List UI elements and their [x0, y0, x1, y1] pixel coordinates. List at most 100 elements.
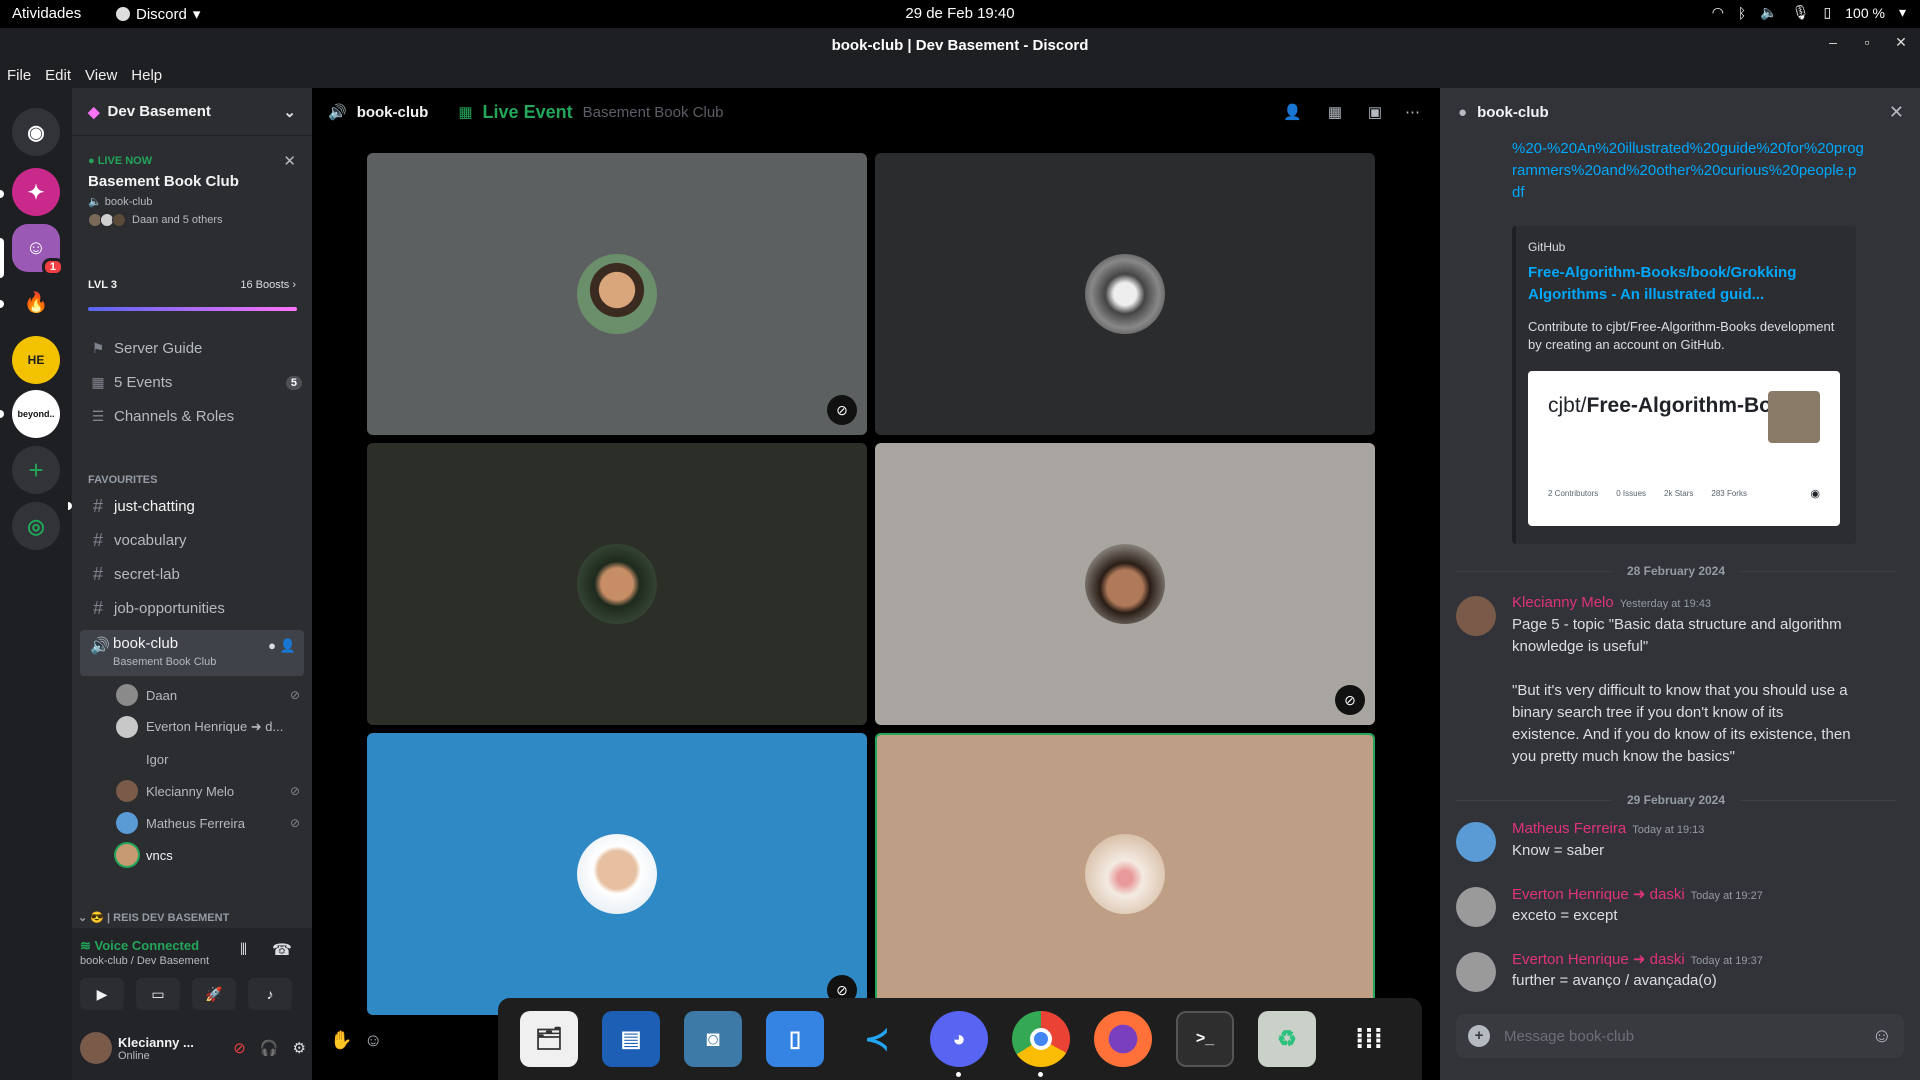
hash-icon: # — [92, 496, 103, 516]
voice-member[interactable]: Klecianny Melo ⊘ — [116, 780, 300, 802]
discord-home-icon[interactable]: ◉ — [12, 108, 60, 156]
activities-button[interactable]: Atividades — [12, 5, 81, 22]
explore-icon[interactable]: ◎ — [12, 502, 60, 550]
disconnect-icon[interactable]: ☎ — [272, 940, 292, 960]
message-time: Today at 19:27 — [1690, 890, 1763, 902]
avatar[interactable] — [1456, 822, 1496, 862]
discord-icon[interactable]: ◕ — [930, 1011, 988, 1077]
wave-hand-icon[interactable]: ✋ — [330, 1030, 352, 1051]
channel-just-chatting[interactable]: # just-chatting — [90, 496, 195, 517]
close-icon[interactable]: ✕ — [1889, 102, 1904, 123]
archive-icon[interactable]: ▯ — [766, 1011, 824, 1067]
category-reis-dev-basement[interactable]: ⌄ 😎 | REIS DEV BASEMENT — [78, 911, 229, 924]
menu-view[interactable]: View — [85, 67, 117, 84]
close-event-icon[interactable]: ✕ — [283, 152, 296, 170]
files-icon[interactable]: 🗂 — [520, 1011, 578, 1067]
hora-extra-server-icon[interactable]: HE — [12, 336, 60, 384]
add-user-icon[interactable]: 👤 — [1283, 103, 1302, 121]
noise-suppression-icon[interactable]: ⦀ — [240, 942, 247, 960]
headphones-icon[interactable]: 🎧 — [260, 1039, 279, 1057]
emoji-icon[interactable]: ☺ — [1872, 1025, 1892, 1048]
server-header[interactable]: ◆ Dev Basement ⌄ — [72, 88, 312, 136]
voice-member[interactable]: Matheus Ferreira ⊘ — [116, 812, 300, 834]
terminal-icon[interactable]: >_ — [1176, 1011, 1234, 1067]
firefox-icon[interactable] — [1094, 1011, 1152, 1067]
more-options-icon[interactable]: ⋯ — [1405, 103, 1420, 121]
flame-server-icon[interactable]: 🔥 — [12, 278, 60, 326]
camera-off-button[interactable]: ▶ — [80, 978, 124, 1010]
chat-bubble-icon[interactable]: ● — [268, 638, 276, 653]
voice-channel-book-club[interactable]: 🔊 book-club Basement Book Club ● 👤 — [80, 630, 304, 676]
invite-icon[interactable]: 👤 — [280, 638, 296, 654]
repo-stat: 0 Issues — [1616, 489, 1647, 498]
video-tile[interactable]: ⊘ — [367, 153, 867, 435]
video-tile[interactable] — [367, 443, 867, 725]
maximize-icon[interactable]: ▫ — [1856, 34, 1878, 56]
trash-icon[interactable]: ♻ — [1258, 1011, 1316, 1067]
avatar[interactable] — [1456, 952, 1496, 992]
message-header: Matheus Ferreira Today at 19:13 — [1512, 820, 1704, 837]
channel-sidebar: ◆ Dev Basement ⌄ ● LIVE NOW ✕ Basement B… — [68, 88, 312, 1080]
app-menu[interactable]: Discord ▾ — [116, 5, 200, 23]
system-tray[interactable]: ◠ ᛒ 🔈 🎙 ▯ 100 % ▾ — [1712, 4, 1906, 21]
menu-edit[interactable]: Edit — [45, 67, 71, 84]
video-tile[interactable] — [875, 153, 1375, 435]
gear-icon[interactable]: ⚙ — [293, 1039, 306, 1057]
emoji-icon[interactable]: ☺ — [364, 1030, 382, 1051]
voice-member[interactable]: Everton Henrique ➜ d... — [116, 716, 300, 738]
nav-label: Server Guide — [114, 340, 203, 357]
menu-file[interactable]: File — [7, 67, 31, 84]
writer-icon[interactable]: ▤ — [602, 1011, 660, 1067]
video-tile[interactable]: ⊘ — [367, 733, 867, 1015]
boost-count[interactable]: 16 Boosts › — [240, 279, 296, 291]
avatar[interactable] — [1456, 887, 1496, 927]
grid-layout-icon[interactable]: ▦ — [1328, 103, 1342, 121]
screen-share-button[interactable]: ▭ — [136, 978, 180, 1010]
add-server-icon[interactable]: + — [12, 446, 60, 494]
message-link[interactable]: %20-%20An%20illustrated%20guide%20for%20… — [1512, 138, 1864, 204]
clock[interactable]: 29 de Feb 19:40 — [0, 5, 1920, 22]
minimize-icon[interactable]: – — [1822, 34, 1844, 56]
voice-member[interactable]: vncs — [116, 844, 300, 866]
message-author[interactable]: Everton Henrique ➜ daski — [1512, 886, 1685, 903]
add-attachment-icon[interactable]: + — [1468, 1025, 1490, 1047]
message-text: Know = saber — [1512, 842, 1605, 859]
mic-muted-icon[interactable]: ⊘ — [233, 1039, 246, 1057]
voice-member[interactable]: Igor — [116, 748, 300, 770]
chrome-icon[interactable] — [1012, 1011, 1070, 1077]
dev-basement-server-icon[interactable]: ☺ 1 — [12, 224, 64, 276]
video-tile-speaking[interactable] — [875, 733, 1375, 1015]
channel-vocabulary[interactable]: # vocabulary — [90, 530, 187, 551]
vscode-icon[interactable]: ≺ — [848, 1011, 906, 1067]
menu-help[interactable]: Help — [131, 67, 162, 84]
live-event-label[interactable]: Live Event — [483, 102, 573, 123]
nav-server-guide[interactable]: ⚑ Server Guide — [90, 340, 203, 357]
user-panel[interactable]: Klecianny ... Online ⊘ 🎧 ⚙ — [80, 1026, 306, 1070]
avatar — [116, 844, 138, 866]
activities-button[interactable]: 🚀 — [192, 978, 236, 1010]
channel-secret-lab[interactable]: # secret-lab — [90, 564, 180, 585]
nav-channels-roles[interactable]: ☰ Channels & Roles — [90, 408, 234, 425]
sparkle-server-icon[interactable]: ✦ — [12, 168, 60, 216]
soundboard-button[interactable]: ♪ — [248, 978, 292, 1010]
avatar[interactable] — [1456, 596, 1496, 636]
channel-job-opportunities[interactable]: # job-opportunities — [90, 598, 225, 619]
message-author[interactable]: Everton Henrique ➜ daski — [1512, 951, 1685, 968]
event-title[interactable]: Basement Book Club — [88, 173, 239, 190]
embed-image[interactable]: cjbt/Free-Algorithm-Books 2 Contributors… — [1528, 371, 1840, 526]
video-tile[interactable]: ⊘ — [875, 443, 1375, 725]
volume-icon: 🔈 — [1760, 4, 1778, 20]
screenshot-icon[interactable]: ◙ — [684, 1011, 742, 1067]
popout-icon[interactable]: ▣ — [1368, 103, 1382, 121]
embed-title[interactable]: Free-Algorithm-Books/book/Grokking Algor… — [1528, 262, 1828, 306]
app-grid-icon[interactable]: ⁞⁞⁞ — [1340, 1011, 1398, 1067]
voice-member[interactable]: Daan ⊘ — [116, 684, 300, 706]
beyond-server-icon[interactable]: beyond.. — [12, 390, 60, 438]
message-author[interactable]: Klecianny Melo — [1512, 594, 1614, 611]
message-author[interactable]: Matheus Ferreira — [1512, 820, 1626, 837]
category-favourites[interactable]: FAVOURITES — [88, 474, 157, 486]
close-window-icon[interactable]: ✕ — [1890, 34, 1912, 56]
message-input[interactable]: + Message book-club ☺ — [1456, 1014, 1904, 1058]
voice-status[interactable]: ≋ Voice Connected — [80, 938, 199, 954]
nav-events[interactable]: ▦ 5 Events — [90, 374, 172, 391]
